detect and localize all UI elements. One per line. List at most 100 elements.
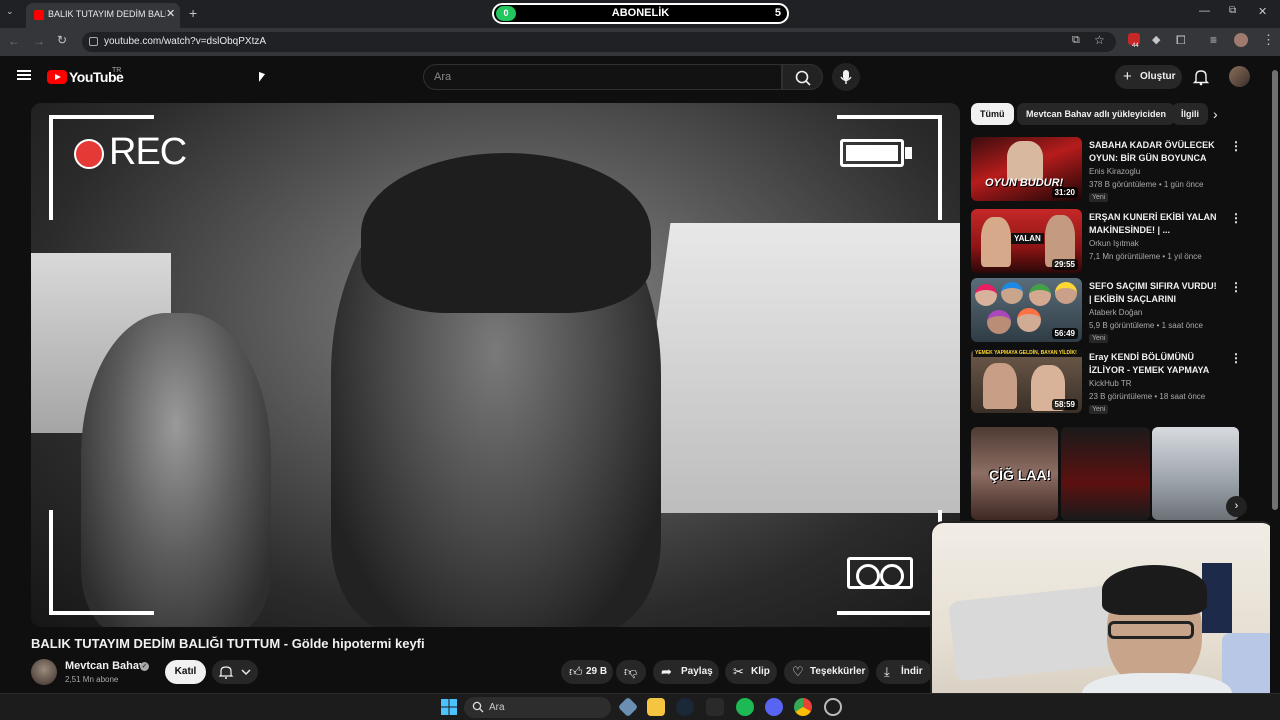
channel-avatar[interactable] (31, 659, 57, 685)
short-thumbnail[interactable]: ÇİĞ LAA! (971, 427, 1058, 520)
recommended-title: SEFO SAÇIMI SIFIRA VURDU! | EKİBİN SAÇLA… (1089, 281, 1217, 304)
chrome-icon[interactable] (794, 698, 812, 716)
filter-chips: Tümü Mevtcan Bahav adlı yükleyiciden İlg… (969, 102, 1229, 126)
like-button[interactable]: 👍︎ 29 B (561, 660, 613, 684)
app-notification-icon[interactable] (824, 698, 842, 716)
new-badge: Yeni (1089, 193, 1109, 202)
browser-menu-icon[interactable]: ⋮ (1262, 32, 1275, 48)
address-bar[interactable]: youtube.com/watch?v=dslObqPXtzA (82, 32, 1116, 52)
chip-from-uploader[interactable]: Mevtcan Bahav adlı yükleyiciden (1017, 103, 1176, 125)
share-arrow-icon: ➦ (661, 664, 672, 679)
voice-search-button[interactable] (832, 63, 860, 91)
recommended-video[interactable]: OYUN BUDUR! 31:20 SABAHA KADAR ÖVÜLECEK … (969, 137, 1251, 203)
widget-app-icon[interactable] (617, 696, 639, 718)
browser-toolbar: ← → ↻ youtube.com/watch?v=dslObqPXtzA ⧉ … (0, 28, 1280, 56)
join-button[interactable]: Katıl (165, 660, 206, 684)
tab-close-icon[interactable]: ✕ (166, 7, 175, 20)
short-caption: ÇİĞ LAA! (989, 467, 1052, 483)
car-window-right (631, 223, 960, 513)
youtube-logo-icon[interactable] (47, 70, 67, 84)
mouse-cursor-icon (259, 71, 265, 85)
clip-button[interactable]: ✂ Klip (725, 660, 777, 684)
thumbnail-figure (975, 284, 997, 306)
thumbnail-figure (1007, 141, 1043, 181)
recommended-channel: Ataberk Doğan (1089, 308, 1143, 317)
thumbnail-figure (1001, 282, 1023, 304)
short-thumbnail[interactable] (1061, 427, 1150, 520)
recommended-video[interactable]: YALAN 29:55 ERŞAN KUNERİ EKİBİ YALAN MAK… (969, 209, 1251, 275)
recommended-meta: 5,9 B görüntüleme • 1 saat önce (1089, 321, 1203, 330)
subscriber-count: 2,51 Mn abone (65, 675, 119, 684)
new-tab-button[interactable]: + (189, 5, 197, 21)
more-options-icon[interactable]: ⋮ (1230, 280, 1242, 294)
browser-tab-strip: ⌄ BALIK TUTAYIM DEDİM BALIĞI ✕ + 0 ABONE… (0, 0, 1280, 28)
recommended-video[interactable]: YEMEK YAPMAYA GELDİN, BAYAN YİLDİK! 58:5… (969, 349, 1251, 415)
search-input[interactable] (423, 64, 782, 90)
video-duration: 56:49 (1051, 328, 1078, 339)
notifications-bell-icon[interactable] (1192, 68, 1210, 86)
share-button[interactable]: ➦ Paylaş (653, 660, 719, 684)
thumbnail-figure (981, 217, 1011, 267)
video-player[interactable]: REC (31, 103, 960, 627)
recommended-channel: KickHub TR (1089, 379, 1132, 388)
dislike-button[interactable]: 👎︎ (616, 660, 646, 684)
restore-window-icon[interactable]: ⧉ (1229, 5, 1236, 16)
thumbnail-caption: YALAN (1011, 233, 1044, 244)
install-app-icon[interactable]: ⧉ (1072, 34, 1080, 47)
video-thumbnail[interactable]: YALAN 29:55 (971, 209, 1082, 273)
discord-icon[interactable] (765, 698, 783, 716)
clip-label: Klip (751, 666, 770, 677)
profile-avatar[interactable] (1234, 33, 1248, 47)
more-options-icon[interactable]: ⋮ (1230, 351, 1242, 365)
download-icon: ⤓ (884, 664, 890, 679)
rec-dot-icon (74, 139, 104, 169)
more-options-icon[interactable]: ⋮ (1230, 139, 1242, 153)
video-duration: 31:20 (1051, 187, 1078, 198)
epic-games-icon[interactable] (706, 698, 724, 716)
reload-icon[interactable]: ↻ (57, 33, 67, 47)
hamburger-menu-icon[interactable] (17, 70, 31, 72)
site-info-icon[interactable] (89, 37, 98, 46)
shorts-next-arrow-icon[interactable]: › (1226, 496, 1247, 517)
steam-icon[interactable] (676, 698, 694, 716)
share-label: Paylaş (681, 666, 713, 677)
thumbnail-caption: YEMEK YAPMAYA GELDİN, BAYAN YİLDİK! (973, 349, 1082, 357)
extension-diamond-icon[interactable]: ◆ (1152, 33, 1160, 46)
account-avatar[interactable] (1229, 66, 1250, 87)
tab-search-button[interactable]: ⌄ (6, 6, 14, 17)
forward-arrow-icon[interactable]: → (33, 34, 45, 48)
windows-start-icon[interactable] (440, 698, 458, 716)
thanks-button[interactable]: ♡ Teşekkürler (784, 660, 869, 684)
recommended-title: Eray KENDİ BÖLÜMÜNÜ İZLİYOR - YEMEK YAPM… (1089, 352, 1209, 375)
more-options-icon[interactable]: ⋮ (1230, 211, 1242, 225)
file-explorer-icon[interactable] (647, 698, 665, 716)
back-arrow-icon[interactable]: ← (8, 34, 20, 48)
rec-frame-corner (837, 115, 942, 220)
subscription-notification-button[interactable] (212, 660, 258, 684)
page-scrollbar-thumb[interactable] (1272, 70, 1278, 510)
battery-icon (840, 139, 912, 167)
close-window-icon[interactable]: ✕ (1258, 5, 1267, 18)
create-button[interactable]: + Oluştur (1115, 65, 1182, 89)
chip-related[interactable]: İlgili (1172, 103, 1208, 125)
chips-next-arrow-icon[interactable]: › (1213, 106, 1218, 122)
bookmark-star-icon[interactable]: ☆ (1094, 33, 1105, 47)
reading-list-icon[interactable]: ≡ (1210, 33, 1217, 47)
download-button[interactable]: ⤓ İndir (876, 660, 932, 684)
extensions-puzzle-icon[interactable]: ⧠ (1176, 33, 1186, 48)
spotify-icon[interactable] (736, 698, 754, 716)
video-duration: 29:55 (1051, 259, 1078, 270)
taskbar-search[interactable]: Ara (464, 697, 611, 718)
minimize-window-icon[interactable]: — (1199, 5, 1210, 17)
browser-tab-active[interactable]: BALIK TUTAYIM DEDİM BALIĞI ✕ (26, 3, 180, 28)
webcam-glasses (1108, 621, 1194, 639)
channel-name[interactable]: Mevtcan Bahav (65, 660, 145, 672)
video-thumbnail[interactable]: YEMEK YAPMAYA GELDİN, BAYAN YİLDİK! 58:5… (971, 349, 1082, 413)
chip-all[interactable]: Tümü (971, 103, 1014, 125)
recommended-channel: Enis Kirazoglu (1089, 167, 1141, 176)
recommended-video[interactable]: 56:49 SEFO SAÇIMI SIFIRA VURDU! | EKİBİN… (969, 278, 1251, 344)
video-thumbnail[interactable]: 56:49 (971, 278, 1082, 342)
video-thumbnail[interactable]: OYUN BUDUR! 31:20 (971, 137, 1082, 201)
search-button[interactable] (782, 64, 823, 90)
subscriber-goal-widget: 0 ABONELİK 5 (492, 3, 789, 24)
